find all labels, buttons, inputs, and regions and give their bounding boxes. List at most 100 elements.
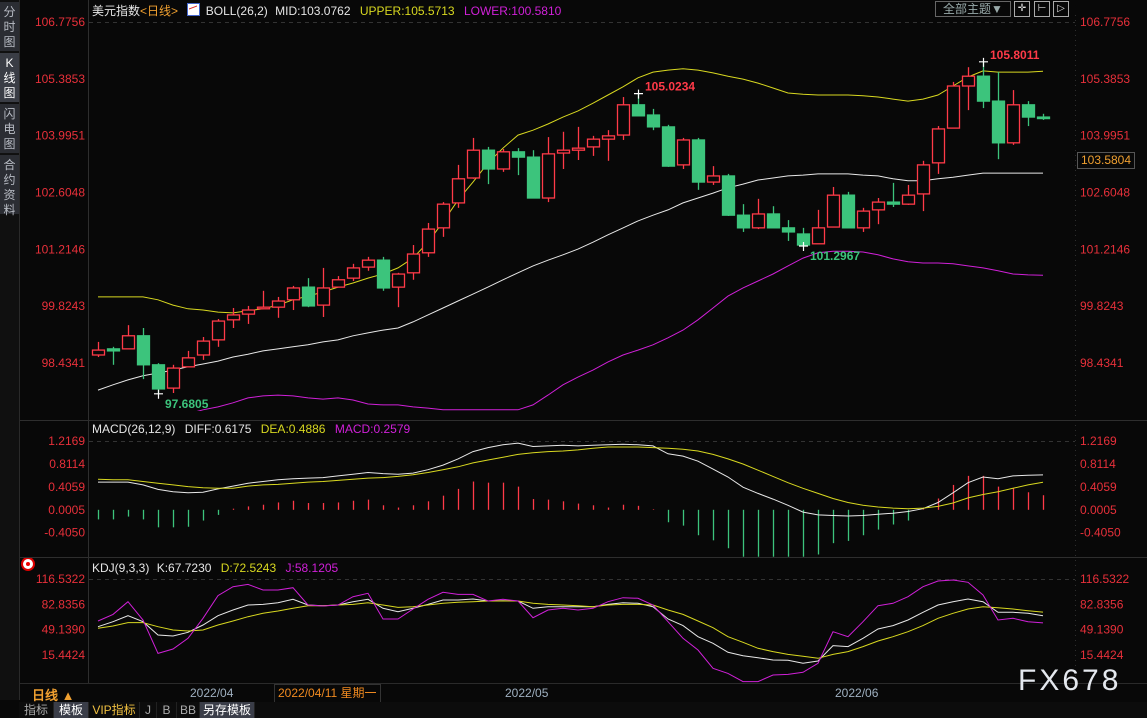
right-kdj-tick: 116.5322 — [1080, 572, 1129, 586]
right-macd-tick: 1.2169 — [1080, 434, 1117, 448]
tab-save-template[interactable]: 另存模板 — [200, 702, 255, 718]
tab-indicators[interactable]: 指标 — [19, 702, 54, 718]
candle-down — [736, 214, 751, 229]
last-price-tag: 103.5804 — [1077, 152, 1135, 169]
candle-down — [481, 149, 496, 170]
candle-up — [421, 228, 436, 254]
x-label-2022-06: 2022/06 — [835, 686, 879, 700]
right-price-tick: 101.2146 — [1080, 242, 1130, 256]
chart-canvas[interactable]: 105.8011 105.0234 97.6805 101.2967 106.7756… — [0, 0, 1147, 718]
tab-bb[interactable]: BB — [177, 702, 200, 718]
candle-down — [766, 213, 781, 229]
watermark-logo: FX678 — [1018, 664, 1122, 697]
kdj-k-line — [97, 598, 1044, 664]
x-axis: 2022/04 2022/04/11 星期一 2022/05 2022/06 — [20, 683, 1147, 704]
left-kdj-tick: 116.5322 — [36, 572, 85, 586]
extreme-marker-icon — [634, 89, 643, 99]
candle-down — [301, 286, 316, 307]
candle-up — [676, 139, 691, 166]
candle-up — [856, 210, 871, 229]
candle-up — [181, 357, 196, 368]
candle-up — [571, 147, 586, 151]
candle-up — [451, 178, 466, 204]
left-macd-tick: 0.4059 — [48, 480, 85, 494]
left-macd-tick: 1.2169 — [48, 434, 85, 448]
boll-upper-line — [98, 68, 1044, 314]
right-price-tick: 106.7756 — [1080, 15, 1130, 29]
right-price-tick: 105.3853 — [1080, 72, 1130, 86]
right-price-tick: 98.4341 — [1080, 356, 1124, 370]
high-price-label: 105.0234 — [645, 80, 695, 94]
right-kdj-tick: 15.4424 — [1080, 648, 1124, 662]
candle-up — [931, 128, 946, 164]
high-price-label: 105.8011 — [990, 48, 1040, 62]
low-price-label: 101.2967 — [810, 249, 860, 263]
candle-down — [976, 75, 991, 102]
left-price-tick: 106.7756 — [35, 15, 85, 29]
candle-down — [106, 348, 121, 352]
candle-up — [316, 287, 331, 306]
candle-down — [646, 114, 661, 128]
candle-up — [1006, 104, 1021, 144]
left-macd-tick: -0.4050 — [44, 526, 85, 540]
right-macd-tick: 0.8114 — [1080, 457, 1116, 471]
candle-up — [346, 267, 361, 279]
candle-up — [616, 104, 631, 136]
candle-up — [811, 227, 826, 245]
candle-up — [406, 253, 421, 274]
candle-down — [1021, 104, 1036, 118]
candle-down — [1036, 116, 1051, 120]
right-macd-tick: -0.4050 — [1080, 526, 1121, 540]
extreme-marker-icon — [979, 57, 988, 67]
candle-down — [886, 201, 901, 205]
candle-down — [781, 227, 796, 233]
left-kdj-tick: 82.8356 — [42, 597, 86, 611]
left-kdj-tick: 49.1390 — [42, 623, 86, 637]
candle-down — [136, 335, 151, 366]
right-kdj-tick: 49.1390 — [1080, 623, 1124, 637]
extreme-marker-icon — [154, 389, 163, 399]
candle-up — [541, 153, 556, 199]
candle-up — [706, 175, 721, 183]
candle-down — [991, 100, 1006, 144]
candle-down — [376, 259, 391, 289]
left-price-tick: 101.2146 — [35, 242, 85, 256]
candle-up — [271, 300, 286, 308]
tab-vip-indicators[interactable]: VIP指标 — [89, 702, 140, 718]
left-price-tick: 99.8243 — [42, 299, 86, 313]
left-kdj-tick: 15.4424 — [42, 648, 86, 662]
boll-lower-line — [196, 250, 1044, 411]
candle-up — [196, 340, 211, 356]
candle-up — [961, 75, 976, 87]
candle-up — [556, 149, 571, 154]
candle-up — [391, 273, 406, 288]
tab-b[interactable]: B — [157, 702, 177, 718]
chart-frame — [20, 0, 1147, 683]
candle-down — [721, 175, 736, 216]
right-price-tick: 102.6048 — [1080, 186, 1130, 200]
tab-j[interactable]: J — [140, 702, 157, 718]
left-price-tick: 98.4341 — [42, 356, 86, 370]
left-macd-tick: 0.0005 — [48, 503, 85, 517]
candle-up — [166, 367, 181, 389]
right-kdj-tick: 82.8356 — [1080, 597, 1124, 611]
x-label-2022-05: 2022/05 — [505, 686, 549, 700]
candle-down — [841, 194, 856, 229]
candle-up — [466, 149, 481, 179]
candle-down — [151, 364, 166, 390]
right-price-tick: 103.9951 — [1080, 129, 1130, 143]
candle-down — [691, 139, 706, 183]
left-price-tick: 105.3853 — [35, 72, 85, 86]
bottom-tab-bar: 指标 模板 VIP指标 J B BB 另存模板 — [19, 702, 1147, 718]
candle-up — [586, 138, 601, 148]
candle-up — [121, 335, 136, 350]
candle-up — [286, 287, 301, 301]
left-price-tick: 103.9951 — [35, 129, 85, 143]
right-macd-tick: 0.4059 — [1080, 480, 1117, 494]
candle-up — [946, 85, 961, 129]
candle-up — [901, 194, 916, 205]
macd-diff-line — [98, 442, 1044, 517]
x-label-2022-04: 2022/04 — [190, 686, 234, 700]
tab-templates[interactable]: 模板 — [54, 702, 89, 718]
left-price-tick: 102.6048 — [35, 186, 85, 200]
